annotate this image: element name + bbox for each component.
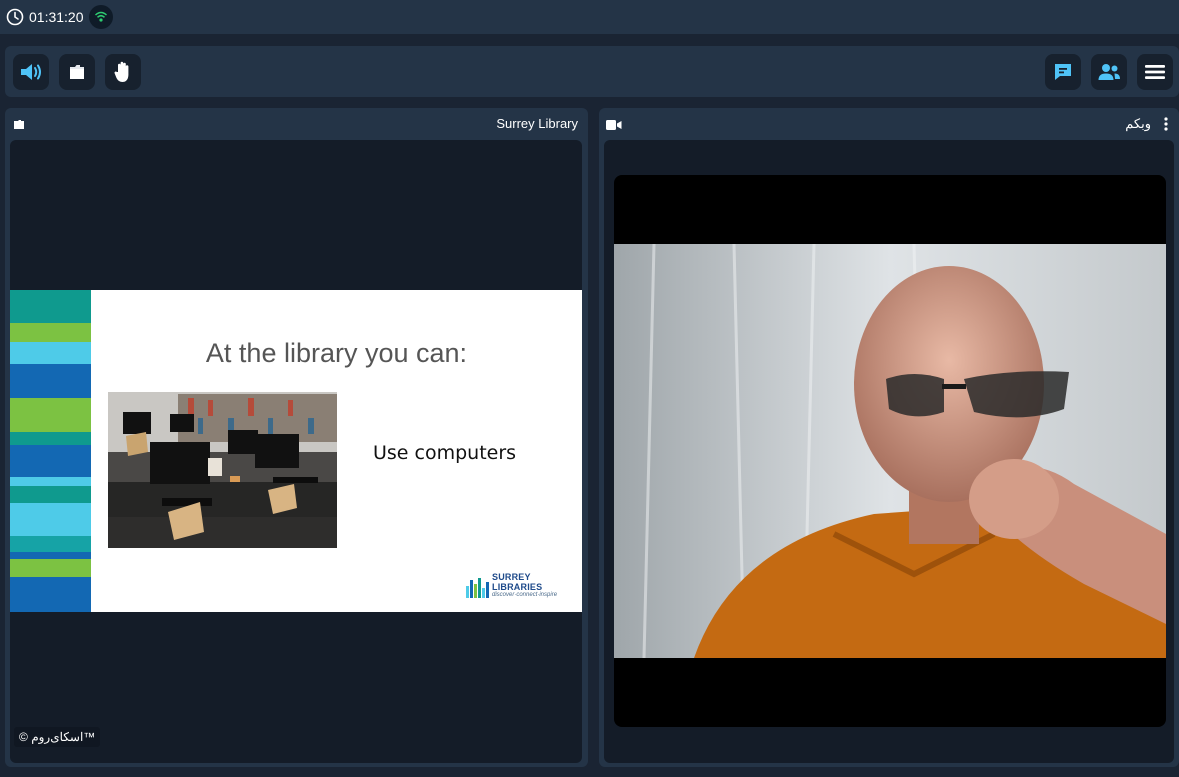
video-camera-icon — [606, 120, 622, 130]
top-status-bar: 01:31:20 — [0, 0, 1179, 34]
main-toolbar — [5, 46, 1179, 97]
webcam-panel: وبکم — [599, 108, 1179, 767]
webcam-feed-frame — [614, 244, 1166, 658]
presentation-stage: At the library you can: Use computers SU… — [10, 140, 582, 763]
presentation-button[interactable] — [59, 54, 95, 90]
users-icon — [1098, 64, 1120, 80]
raise-hand-button[interactable] — [105, 54, 141, 90]
presentation-panel: Surrey Library At the library you can: U… — [5, 108, 588, 767]
chat-button[interactable] — [1045, 54, 1081, 90]
logo-name: SURREY LIBRARIES — [492, 572, 543, 592]
webcam-panel-header: وبکم — [599, 108, 1179, 139]
folder-icon — [70, 65, 84, 79]
webcam-video — [614, 175, 1166, 727]
hand-icon — [114, 61, 129, 82]
more-options-icon[interactable] — [1164, 117, 1168, 131]
webcam-title: وبکم — [1125, 116, 1151, 131]
skyroom-brand: © اسکای‌روم™ — [14, 727, 101, 747]
hamburger-icon — [1145, 65, 1165, 79]
session-timer: 01:31:20 — [6, 5, 113, 29]
presentation-panel-header: Surrey Library — [5, 108, 588, 139]
slide-heading: At the library you can: — [205, 338, 468, 368]
webcam-stage — [604, 140, 1174, 763]
surrey-libraries-logo: SURREY LIBRARIES discover·connect·inspir… — [466, 572, 582, 598]
menu-button[interactable] — [1137, 54, 1173, 90]
participants-button[interactable] — [1091, 54, 1127, 90]
folder-icon — [14, 120, 24, 129]
elapsed-time: 01:31:20 — [29, 9, 84, 25]
clock-icon — [6, 8, 24, 26]
speaker-button[interactable] — [13, 54, 49, 90]
logo-tagline: discover·connect·inspire — [492, 592, 558, 598]
network-status-icon — [88, 5, 113, 29]
chat-icon — [1055, 64, 1071, 80]
slide-stripe-decoration — [10, 290, 91, 612]
library-computers-photo — [108, 392, 337, 548]
presentation-slide: At the library you can: Use computers SU… — [10, 290, 582, 612]
slide-body-text: Use computers — [373, 442, 517, 464]
speaker-icon — [21, 64, 41, 80]
presentation-title: Surrey Library — [496, 116, 578, 131]
